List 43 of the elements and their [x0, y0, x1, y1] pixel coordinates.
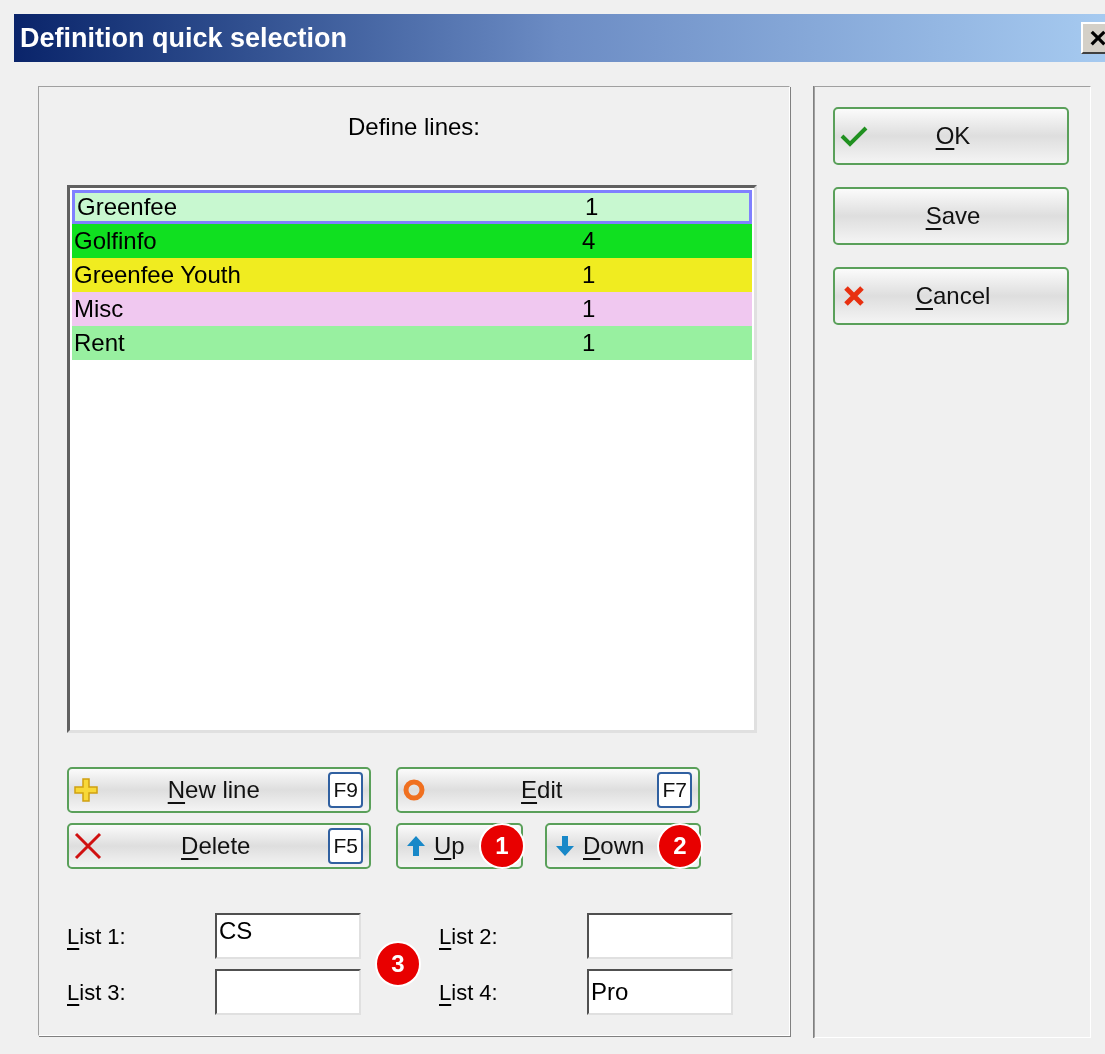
line-name: Golfinfo — [74, 226, 158, 256]
line-count: 4 — [582, 226, 596, 256]
line-count: 1 — [582, 294, 596, 324]
ring-icon — [402, 778, 426, 802]
list-label: List 2: — [439, 922, 499, 951]
line-name: Greenfee Youth — [74, 260, 242, 290]
cancel-button[interactable]: Cancel — [833, 267, 1069, 325]
list-label: List 1: — [67, 922, 127, 951]
list-input[interactable]: CS — [215, 913, 361, 959]
line-name: Rent — [74, 328, 126, 358]
shortcut-key: F9 — [328, 772, 363, 808]
line-count: 1 — [582, 260, 596, 290]
list-input[interactable] — [215, 969, 361, 1015]
line-name: Misc — [74, 294, 125, 324]
list-row[interactable]: Rent 1 — [72, 326, 752, 360]
shortcut-key: F7 — [657, 772, 692, 808]
delete-button[interactable]: Delete F5 — [67, 823, 371, 869]
new-button[interactable]: New line F9 — [67, 767, 371, 813]
list-row[interactable]: Misc 1 — [72, 292, 752, 326]
plus-icon — [73, 777, 99, 803]
shortcut-key: F5 — [328, 828, 363, 864]
list-label: List 3: — [67, 978, 127, 1007]
line-count: 1 — [585, 192, 599, 222]
window-title: Definition quick selection — [20, 21, 349, 55]
section-heading: Define lines: — [346, 112, 482, 142]
x-icon — [73, 831, 103, 861]
list-row[interactable]: Golfinfo 4 — [72, 224, 752, 258]
edit-button[interactable]: Edit F7 — [396, 767, 700, 813]
line-name: Greenfee — [77, 192, 179, 222]
close-button[interactable]: × — [1081, 22, 1105, 54]
list-input[interactable]: Pro — [587, 969, 733, 1015]
arrow-up-icon — [406, 835, 426, 857]
check-icon — [840, 125, 868, 147]
line-count: 1 — [582, 328, 596, 358]
close-icon — [842, 284, 866, 308]
number-badge: 3 — [375, 941, 421, 987]
save-button[interactable]: Save — [833, 187, 1069, 245]
list-row[interactable]: Greenfee Youth 1 — [72, 258, 752, 292]
list-input[interactable] — [587, 913, 733, 959]
ok-button[interactable]: OK — [833, 107, 1069, 165]
list-row[interactable]: Greenfee 1 — [72, 190, 752, 224]
list-label: List 4: — [439, 978, 499, 1007]
arrow-down-icon — [555, 835, 575, 857]
